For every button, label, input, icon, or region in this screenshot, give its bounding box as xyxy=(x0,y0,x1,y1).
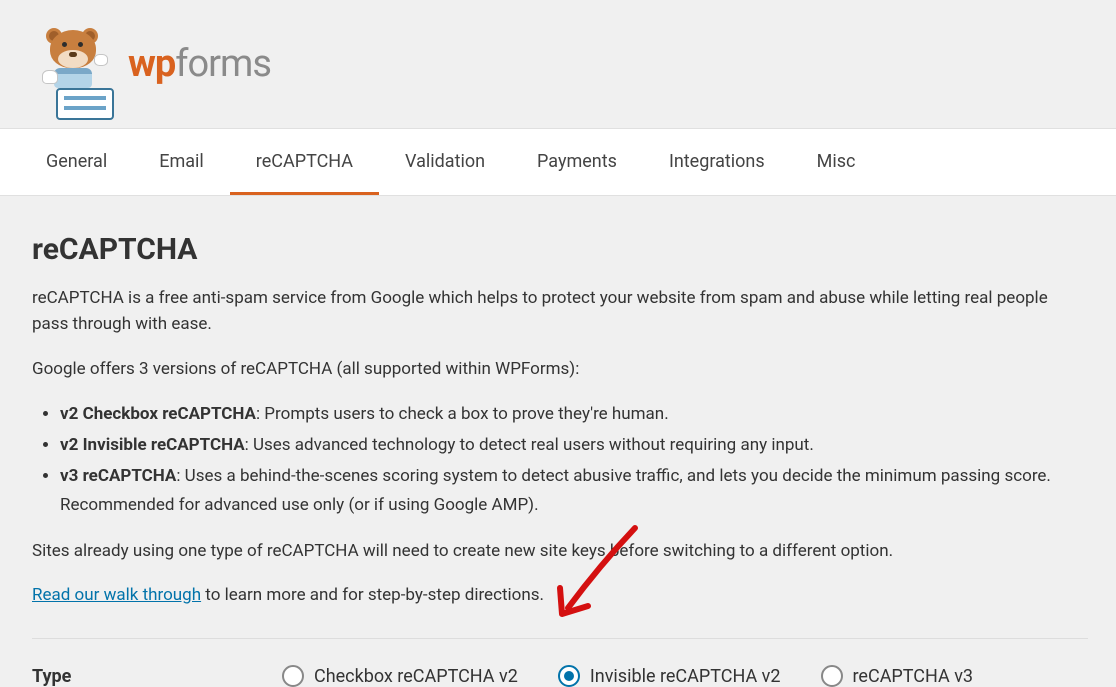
page-title: reCAPTCHA xyxy=(32,232,1088,267)
wpforms-logo-text: wpforms xyxy=(128,42,271,86)
walkthrough-link[interactable]: Read our walk through xyxy=(32,585,201,605)
radio-label: Invisible reCAPTCHA v2 xyxy=(590,666,781,687)
radio-v3[interactable]: reCAPTCHA v3 xyxy=(821,665,974,687)
intro-text: reCAPTCHA is a free anti-spam service fr… xyxy=(32,285,1088,338)
radio-invisible-v2[interactable]: Invisible reCAPTCHA v2 xyxy=(558,665,781,687)
radio-checkbox-v2[interactable]: Checkbox reCAPTCHA v2 xyxy=(282,665,518,687)
settings-tabs: General Email reCAPTCHA Validation Payme… xyxy=(0,128,1116,196)
tab-integrations[interactable]: Integrations xyxy=(643,129,791,195)
tab-email[interactable]: Email xyxy=(133,129,230,195)
type-radio-group: Checkbox reCAPTCHA v2 Invisible reCAPTCH… xyxy=(282,665,973,687)
list-item: v2 Checkbox reCAPTCHA: Prompts users to … xyxy=(60,400,1088,429)
versions-list: v2 Checkbox reCAPTCHA: Prompts users to … xyxy=(32,400,1088,520)
type-label: Type xyxy=(32,666,282,687)
radio-icon xyxy=(558,665,580,687)
radio-label: reCAPTCHA v3 xyxy=(853,666,974,687)
radio-icon xyxy=(282,665,304,687)
versions-lead-text: Google offers 3 versions of reCAPTCHA (a… xyxy=(32,356,1088,382)
logo-header: wpforms xyxy=(32,28,1116,100)
tab-recaptcha[interactable]: reCAPTCHA xyxy=(230,129,379,195)
wpforms-mascot-icon xyxy=(32,28,110,100)
radio-label: Checkbox reCAPTCHA v2 xyxy=(314,666,518,687)
list-item: v2 Invisible reCAPTCHA: Uses advanced te… xyxy=(60,431,1088,460)
tab-payments[interactable]: Payments xyxy=(511,129,643,195)
tab-general[interactable]: General xyxy=(20,129,133,195)
radio-icon xyxy=(821,665,843,687)
divider xyxy=(32,638,1088,639)
list-item: v3 reCAPTCHA: Uses a behind-the-scenes s… xyxy=(60,462,1088,520)
type-field-row: Type Checkbox reCAPTCHA v2 Invisible reC… xyxy=(32,665,1088,687)
switch-note-text: Sites already using one type of reCAPTCH… xyxy=(32,538,1088,564)
walkthrough-line: Read our walk through to learn more and … xyxy=(32,582,1088,608)
tab-validation[interactable]: Validation xyxy=(379,129,511,195)
tab-misc[interactable]: Misc xyxy=(791,129,882,195)
